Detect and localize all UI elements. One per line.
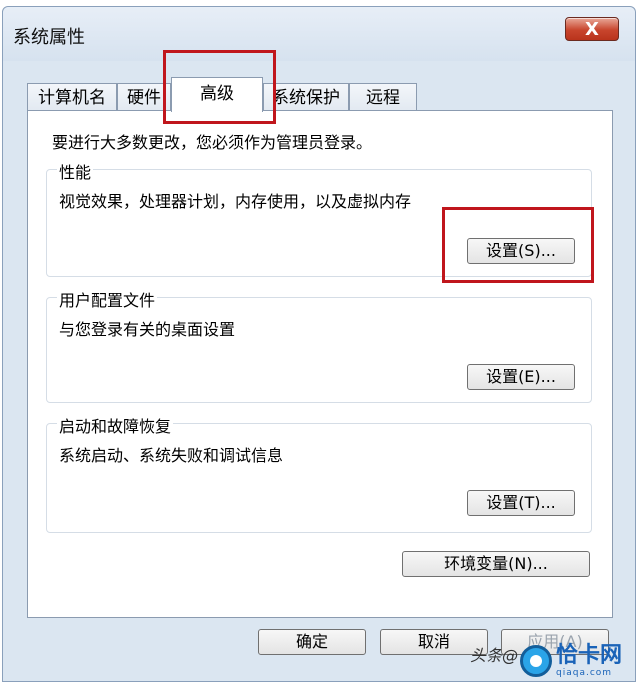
tab-remote[interactable]: 远程	[349, 83, 417, 111]
user-profiles-settings-button[interactable]: 设置(E)...	[467, 364, 575, 390]
startup-recovery-title: 启动和故障恢复	[57, 413, 174, 437]
watermark-text: 头条@	[470, 646, 519, 665]
tab-strip: 计算机名 硬件 高级 系统保护 远程	[3, 77, 635, 112]
tab-computer-name[interactable]: 计算机名	[27, 83, 117, 111]
system-properties-window: 系统属性 X 计算机名 硬件 高级 系统保护 远程 要进行大多数更改，您必须作为…	[2, 6, 636, 682]
close-button[interactable]: X	[565, 17, 619, 41]
advanced-tab-highlight	[163, 50, 276, 124]
startup-recovery-description: 系统启动、系统失败和调试信息	[59, 446, 284, 465]
site-logo: 恰卡网 qiaqa.com	[520, 640, 638, 682]
title-bar: 系统属性 X	[3, 7, 635, 61]
advanced-tab-panel: 要进行大多数更改，您必须作为管理员登录。 性能 视觉效果，处理器计划，内存使用，…	[27, 110, 613, 618]
environment-variables-button[interactable]: 环境变量(N)...	[402, 551, 590, 577]
window-title: 系统属性	[13, 27, 85, 48]
startup-recovery-settings-button[interactable]: 设置(T)...	[467, 490, 575, 516]
ok-button[interactable]: 确定	[258, 629, 366, 655]
user-profiles-description: 与您登录有关的桌面设置	[59, 320, 236, 339]
logo-icon	[520, 645, 552, 677]
user-profiles-title: 用户配置文件	[57, 287, 158, 311]
performance-description: 视觉效果，处理器计划，内存使用，以及虚拟内存	[59, 192, 412, 211]
admin-notice: 要进行大多数更改，您必须作为管理员登录。	[52, 133, 373, 152]
performance-button-highlight	[442, 207, 594, 283]
user-profiles-group: 用户配置文件 与您登录有关的桌面设置 设置(E)...	[46, 287, 592, 403]
logo-subtext: qiaqa.com	[556, 667, 613, 678]
startup-recovery-group: 启动和故障恢复 系统启动、系统失败和调试信息 设置(T)...	[46, 413, 592, 533]
performance-title: 性能	[57, 159, 94, 183]
logo-text: 恰卡网	[556, 642, 623, 668]
